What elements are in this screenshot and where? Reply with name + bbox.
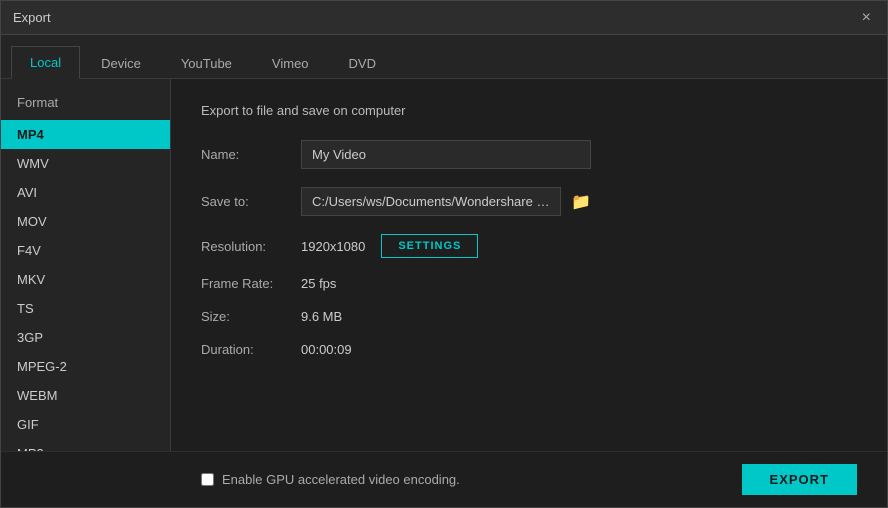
sidebar-item-mp4[interactable]: MP4 [1, 120, 170, 149]
size-value: 9.6 MB [301, 309, 342, 324]
gpu-label-text: Enable GPU accelerated video encoding. [222, 472, 460, 487]
duration-label: Duration: [201, 342, 301, 357]
panel-title: Export to file and save on computer [201, 103, 857, 118]
sidebar-item-avi[interactable]: AVI [1, 178, 170, 207]
sidebar-item-mpeg2[interactable]: MPEG-2 [1, 352, 170, 381]
frame-rate-value: 25 fps [301, 276, 336, 291]
sidebar-item-mp3[interactable]: MP3 [1, 439, 170, 451]
sidebar-title: Format [1, 89, 170, 120]
duration-row: Duration: 00:00:09 [201, 342, 857, 357]
resolution-value-wrapper: 1920x1080 SETTINGS [301, 234, 478, 258]
tab-local[interactable]: Local [11, 46, 80, 79]
sidebar-item-webm[interactable]: WEBM [1, 381, 170, 410]
resolution-value: 1920x1080 [301, 239, 365, 254]
main-panel: Export to file and save on computer Name… [171, 79, 887, 451]
resolution-label: Resolution: [201, 239, 301, 254]
save-to-row: Save to: 📁 [201, 187, 857, 216]
size-label: Size: [201, 309, 301, 324]
bottom-bar: Enable GPU accelerated video encoding. E… [1, 451, 887, 507]
sidebar-item-wmv[interactable]: WMV [1, 149, 170, 178]
tab-dvd[interactable]: DVD [330, 47, 395, 79]
sidebar-item-f4v[interactable]: F4V [1, 236, 170, 265]
name-row: Name: [201, 140, 857, 169]
name-input[interactable] [301, 140, 591, 169]
sidebar-item-ts[interactable]: TS [1, 294, 170, 323]
sidebar-item-mov[interactable]: MOV [1, 207, 170, 236]
gpu-label[interactable]: Enable GPU accelerated video encoding. [201, 472, 460, 487]
settings-button[interactable]: SETTINGS [381, 234, 478, 258]
sidebar: Format MP4 WMV AVI MOV F4V MKV TS 3GP MP… [1, 79, 171, 451]
resolution-row: Resolution: 1920x1080 SETTINGS [201, 234, 857, 258]
tab-bar: Local Device YouTube Vimeo DVD [1, 35, 887, 79]
gpu-checkbox[interactable] [201, 473, 214, 486]
sidebar-item-mkv[interactable]: MKV [1, 265, 170, 294]
tab-youtube[interactable]: YouTube [162, 47, 251, 79]
save-to-label: Save to: [201, 194, 301, 209]
export-window: Export × Local Device YouTube Vimeo DVD … [0, 0, 888, 508]
title-bar: Export × [1, 1, 887, 35]
size-row: Size: 9.6 MB [201, 309, 857, 324]
content-area: Format MP4 WMV AVI MOV F4V MKV TS 3GP MP… [1, 79, 887, 451]
tab-vimeo[interactable]: Vimeo [253, 47, 328, 79]
save-to-wrapper: 📁 [301, 187, 595, 216]
browse-folder-button[interactable]: 📁 [567, 190, 595, 214]
save-to-input[interactable] [301, 187, 561, 216]
window-title: Export [13, 10, 51, 25]
duration-value: 00:00:09 [301, 342, 352, 357]
frame-rate-label: Frame Rate: [201, 276, 301, 291]
sidebar-item-3gp[interactable]: 3GP [1, 323, 170, 352]
tab-device[interactable]: Device [82, 47, 160, 79]
frame-rate-row: Frame Rate: 25 fps [201, 276, 857, 291]
close-button[interactable]: × [858, 8, 875, 28]
export-button[interactable]: EXPORT [742, 464, 857, 495]
name-label: Name: [201, 147, 301, 162]
sidebar-item-gif[interactable]: GIF [1, 410, 170, 439]
